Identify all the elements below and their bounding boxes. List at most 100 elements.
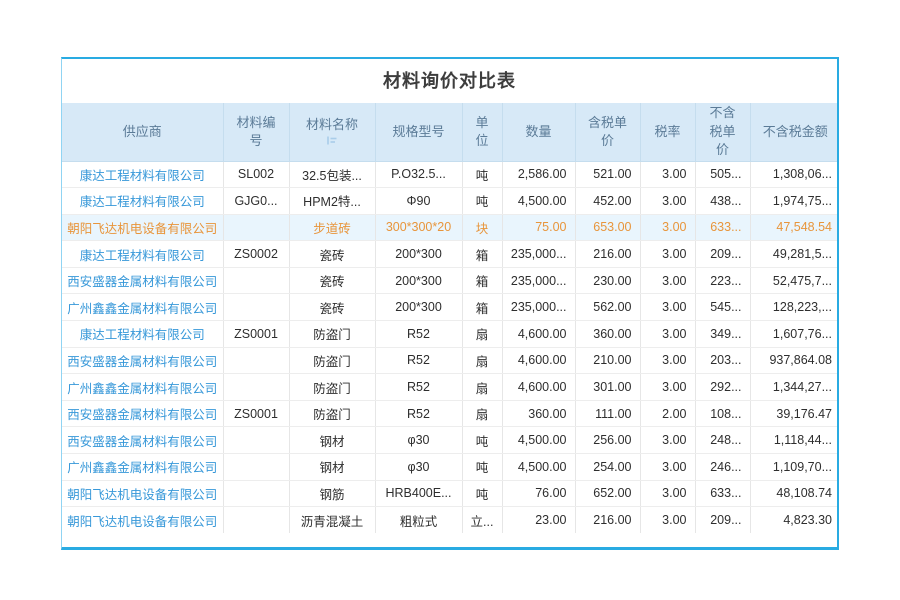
cell-tax: 3.00 xyxy=(640,294,695,321)
supplier-link[interactable]: 广州鑫鑫金属材料有限公司 xyxy=(62,454,223,481)
supplier-link[interactable]: 西安盛器金属材料有限公司 xyxy=(62,427,223,454)
cell-name: 钢材 xyxy=(289,427,375,454)
cell-price: 216.00 xyxy=(575,241,640,268)
cell-qty: 75.00 xyxy=(502,214,575,241)
table-row: 广州鑫鑫金属材料有限公司瓷砖200*300箱235,000...562.003.… xyxy=(62,294,839,321)
cell-spec: R52 xyxy=(375,347,462,374)
cell-spec: HRB400E... xyxy=(375,480,462,507)
cell-qty: 2,586.00 xyxy=(502,161,575,188)
sort-icon[interactable] xyxy=(300,135,365,147)
cell-unit: 箱 xyxy=(462,294,502,321)
cell-unit: 扇 xyxy=(462,374,502,401)
cell-unit: 吨 xyxy=(462,188,502,215)
cell-net_amount: 47,548.54 xyxy=(750,214,839,241)
supplier-link[interactable]: 康达工程材料有限公司 xyxy=(62,161,223,188)
cell-spec: R52 xyxy=(375,400,462,427)
supplier-link[interactable]: 康达工程材料有限公司 xyxy=(62,241,223,268)
table-row: 广州鑫鑫金属材料有限公司防盗门R52扇4,600.00301.003.00292… xyxy=(62,374,839,401)
cell-net_price: 633... xyxy=(695,214,750,241)
cell-price: 521.00 xyxy=(575,161,640,188)
cell-spec: 200*300 xyxy=(375,241,462,268)
cell-net_amount: 1,118,44... xyxy=(750,427,839,454)
cell-spec: φ30 xyxy=(375,427,462,454)
cell-code xyxy=(223,454,289,481)
cell-net_price: 505... xyxy=(695,161,750,188)
table-row: 康达工程材料有限公司ZS0001防盗门R52扇4,600.00360.003.0… xyxy=(62,321,839,348)
column-header-label: 材料编号 xyxy=(234,114,279,150)
supplier-link[interactable]: 康达工程材料有限公司 xyxy=(62,321,223,348)
cell-net_price: 349... xyxy=(695,321,750,348)
cell-net_price: 292... xyxy=(695,374,750,401)
cell-spec: R52 xyxy=(375,321,462,348)
cell-code xyxy=(223,427,289,454)
cell-code xyxy=(223,214,289,241)
cell-net_price: 545... xyxy=(695,294,750,321)
cell-code: GJG0... xyxy=(223,188,289,215)
cell-name: 沥青混凝土 xyxy=(289,507,375,534)
cell-net_price: 248... xyxy=(695,427,750,454)
table-row: 朝阳飞达机电设备有限公司沥青混凝土粗粒式立...23.00216.003.002… xyxy=(62,507,839,534)
column-header-label: 材料名称 xyxy=(306,116,358,134)
cell-unit: 扇 xyxy=(462,400,502,427)
cell-spec: 200*300 xyxy=(375,267,462,294)
cell-net_amount: 48,108.74 xyxy=(750,480,839,507)
cell-spec: P.O32.5... xyxy=(375,161,462,188)
supplier-link[interactable]: 广州鑫鑫金属材料有限公司 xyxy=(62,294,223,321)
cell-qty: 23.00 xyxy=(502,507,575,534)
column-header-label: 规格型号 xyxy=(392,123,444,141)
supplier-link[interactable]: 康达工程材料有限公司 xyxy=(62,188,223,215)
column-header-name[interactable]: 材料名称 xyxy=(289,103,375,161)
supplier-link[interactable]: 西安盛器金属材料有限公司 xyxy=(62,400,223,427)
table-row: 广州鑫鑫金属材料有限公司钢材φ30吨4,500.00254.003.00246.… xyxy=(62,454,839,481)
cell-code xyxy=(223,374,289,401)
column-header-code: 材料编号 xyxy=(223,103,289,161)
supplier-link[interactable]: 西安盛器金属材料有限公司 xyxy=(62,347,223,374)
cell-qty: 235,000... xyxy=(502,267,575,294)
cell-net_amount: 1,974,75... xyxy=(750,188,839,215)
supplier-link[interactable]: 广州鑫鑫金属材料有限公司 xyxy=(62,374,223,401)
cell-spec: R52 xyxy=(375,374,462,401)
column-header-price: 含税单价 xyxy=(575,103,640,161)
column-header-label: 含税单价 xyxy=(586,114,630,150)
cell-price: 452.00 xyxy=(575,188,640,215)
cell-code: ZS0001 xyxy=(223,400,289,427)
table-row: 康达工程材料有限公司SL00232.5包装...P.O32.5...吨2,586… xyxy=(62,161,839,188)
cell-net_amount: 39,176.47 xyxy=(750,400,839,427)
cell-tax: 2.00 xyxy=(640,400,695,427)
cell-net_amount: 937,864.08 xyxy=(750,347,839,374)
cell-unit: 吨 xyxy=(462,427,502,454)
cell-unit: 吨 xyxy=(462,161,502,188)
cell-qty: 235,000... xyxy=(502,241,575,268)
column-header-label: 不含税金额 xyxy=(763,123,828,141)
column-header-spec: 规格型号 xyxy=(375,103,462,161)
cell-name: 瓷砖 xyxy=(289,267,375,294)
cell-tax: 3.00 xyxy=(640,188,695,215)
column-header-label: 税率 xyxy=(654,123,680,141)
cell-name: 瓷砖 xyxy=(289,294,375,321)
cell-net_price: 633... xyxy=(695,480,750,507)
inquiry-comparison-panel: 材料询价对比表 供应商材料编号材料名称规格型号单位数量含税单价税率不含税单价不含… xyxy=(61,57,839,550)
table-row: 康达工程材料有限公司GJG0...HPM2特...Φ90吨4,500.00452… xyxy=(62,188,839,215)
cell-tax: 3.00 xyxy=(640,321,695,348)
page-title: 材料询价对比表 xyxy=(62,59,837,103)
cell-price: 562.00 xyxy=(575,294,640,321)
cell-net_amount: 52,475,7... xyxy=(750,267,839,294)
cell-price: 210.00 xyxy=(575,347,640,374)
cell-qty: 4,500.00 xyxy=(502,427,575,454)
cell-tax: 3.00 xyxy=(640,507,695,534)
cell-price: 111.00 xyxy=(575,400,640,427)
supplier-link[interactable]: 朝阳飞达机电设备有限公司 xyxy=(62,214,223,241)
cell-net_price: 246... xyxy=(695,454,750,481)
supplier-link[interactable]: 朝阳飞达机电设备有限公司 xyxy=(62,507,223,534)
supplier-link[interactable]: 西安盛器金属材料有限公司 xyxy=(62,267,223,294)
cell-qty: 4,500.00 xyxy=(502,188,575,215)
cell-name: 32.5包装... xyxy=(289,161,375,188)
inquiry-table: 供应商材料编号材料名称规格型号单位数量含税单价税率不含税单价不含税金额 康达工程… xyxy=(62,103,839,533)
cell-price: 230.00 xyxy=(575,267,640,294)
cell-net_amount: 1,109,70... xyxy=(750,454,839,481)
cell-code xyxy=(223,480,289,507)
supplier-link[interactable]: 朝阳飞达机电设备有限公司 xyxy=(62,480,223,507)
cell-tax: 3.00 xyxy=(640,427,695,454)
cell-net_price: 223... xyxy=(695,267,750,294)
table-row: 西安盛器金属材料有限公司钢材φ30吨4,500.00256.003.00248.… xyxy=(62,427,839,454)
